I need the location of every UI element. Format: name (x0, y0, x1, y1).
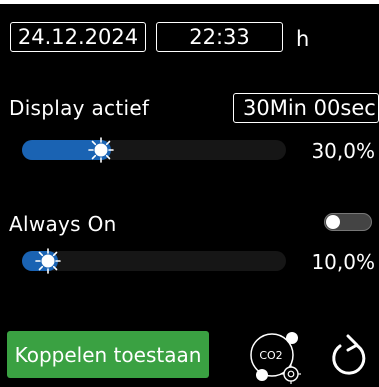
time-field[interactable]: 22:33 (156, 22, 283, 52)
sun-knob-icon[interactable] (87, 136, 115, 164)
date-value: 24.12.2024 (17, 24, 139, 49)
co2-sensor-icon[interactable]: CO2 (247, 329, 307, 385)
date-field[interactable]: 24.12.2024 (10, 22, 146, 52)
pairing-allow-button[interactable]: Koppelen toestaan (7, 331, 209, 378)
always-on-label: Always On (9, 212, 117, 236)
sun-knob-icon[interactable] (34, 247, 62, 275)
display-timeout-field[interactable]: 30Min 00sec (233, 93, 379, 123)
top-divider (0, 0, 379, 4)
time-value: 22:33 (189, 24, 250, 49)
co2-label: CO2 (259, 349, 282, 362)
always-on-toggle[interactable] (324, 213, 372, 231)
refresh-icon[interactable] (328, 334, 370, 380)
always-on-brightness-value: 10,0% (311, 250, 375, 274)
display-brightness-slider[interactable] (22, 137, 286, 163)
toggle-thumb (326, 215, 340, 229)
always-on-brightness-slider[interactable] (22, 248, 286, 274)
display-timeout-value: 30Min 00sec (243, 95, 376, 120)
display-brightness-value: 30,0% (311, 139, 375, 163)
display-active-label: Display actief (9, 96, 150, 120)
time-unit: h (296, 27, 310, 51)
